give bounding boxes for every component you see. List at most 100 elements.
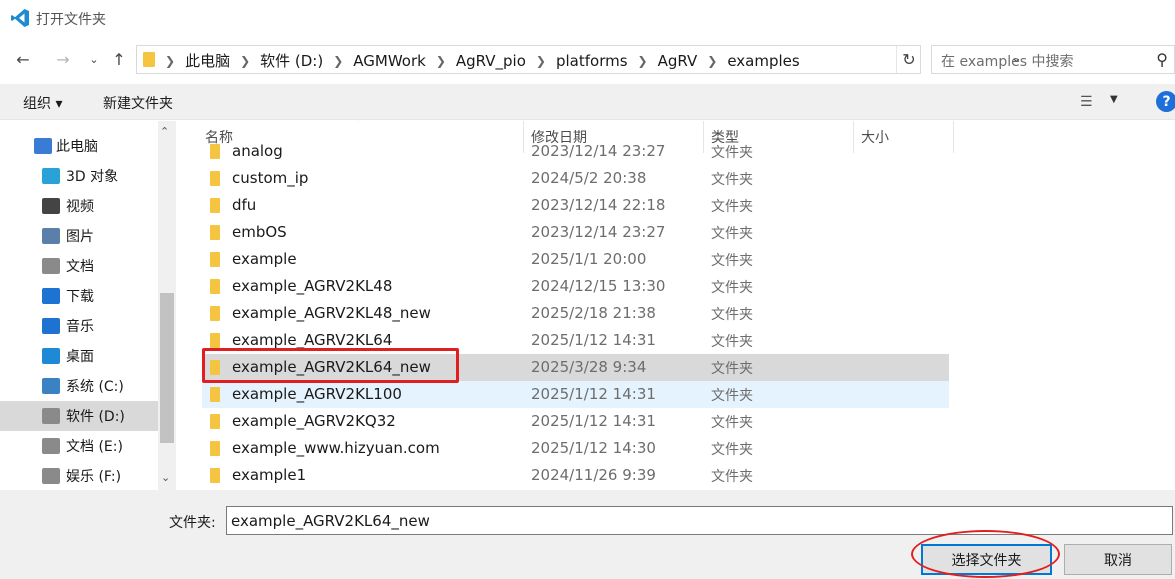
breadcrumb-item[interactable]: 软件 (D:) bbox=[260, 50, 323, 71]
back-arrow-icon[interactable]: ← bbox=[12, 48, 34, 70]
sidebar-item[interactable]: 图片 bbox=[0, 221, 158, 251]
search-icon[interactable]: ⚲ bbox=[1156, 50, 1168, 69]
file-row[interactable]: embOS 2023/12/14 23:27 文件夹 bbox=[202, 219, 949, 246]
chevron-right-icon[interactable]: ❯ bbox=[707, 54, 717, 68]
file-modified-date: 2025/1/12 14:31 bbox=[531, 412, 656, 430]
file-type: 文件夹 bbox=[711, 280, 753, 296]
folder-icon bbox=[210, 468, 220, 483]
file-type: 文件夹 bbox=[711, 307, 753, 323]
file-name: example_AGRV2KQ32 bbox=[232, 412, 396, 430]
view-options-icon[interactable]: ☰ bbox=[1080, 94, 1093, 110]
file-row[interactable]: example1 2024/11/26 9:39 文件夹 bbox=[202, 462, 949, 489]
file-name: analog bbox=[232, 142, 283, 160]
sidebar-scrollbar-thumb[interactable] bbox=[160, 293, 174, 443]
breadcrumb-item[interactable]: AGMWork bbox=[353, 52, 426, 70]
sidebar-item[interactable]: 下载 bbox=[0, 281, 158, 311]
scroll-up-icon[interactable]: ⌃ bbox=[160, 125, 169, 138]
file-type: 文件夹 bbox=[711, 469, 753, 485]
file-row[interactable]: example_www.hizyuan.com 2025/1/12 14:30 文件… bbox=[202, 435, 949, 462]
sidebar-item-label: 下载 bbox=[66, 289, 94, 305]
sidebar-item[interactable]: 系统 (C:) bbox=[0, 371, 158, 401]
sidebar-item[interactable]: 桌面 bbox=[0, 341, 158, 371]
file-row[interactable]: example_AGRV2KL48 2024/12/15 13:30 文件夹 bbox=[202, 273, 949, 300]
sidebar-item[interactable]: 软件 (D:) bbox=[0, 401, 158, 431]
window-title: 打开文件夹 bbox=[36, 12, 106, 28]
file-list: ⌃ 名称 修改日期 类型 大小 analog 2023/12/14 23:27 文件… bbox=[186, 121, 1175, 490]
dialog-footer: 文件夹: 选择文件夹 取消 bbox=[0, 490, 1175, 579]
recent-locations-chevron-icon[interactable]: ⌄ bbox=[83, 48, 105, 70]
chevron-right-icon[interactable]: ❯ bbox=[638, 54, 648, 68]
chevron-right-icon[interactable]: ❯ bbox=[333, 54, 343, 68]
folder-icon bbox=[210, 252, 220, 267]
sidebar-item[interactable]: 3D 对象 bbox=[0, 161, 158, 191]
folder-icon bbox=[210, 144, 220, 159]
sidebar-item[interactable]: 音乐 bbox=[0, 311, 158, 341]
vscode-logo-icon bbox=[11, 9, 29, 27]
chevron-right-icon[interactable]: ❯ bbox=[436, 54, 446, 68]
file-name: dfu bbox=[232, 196, 257, 214]
new-folder-button[interactable]: 新建文件夹 bbox=[103, 93, 173, 113]
sidebar-item-label: 音乐 bbox=[66, 319, 94, 335]
sidebar-item[interactable]: 文档 bbox=[0, 251, 158, 281]
file-row[interactable]: example_AGRV2KL48_new 2025/2/18 21:38 文件夹 bbox=[202, 300, 949, 327]
search-input[interactable]: 在 examples 中搜索 ⚲ bbox=[931, 45, 1175, 74]
up-arrow-icon[interactable]: ↑ bbox=[108, 48, 130, 70]
file-type: 文件夹 bbox=[711, 172, 753, 188]
breadcrumb-item[interactable]: examples bbox=[727, 52, 799, 70]
file-row[interactable]: analog 2023/12/14 23:27 文件夹 bbox=[202, 138, 949, 165]
file-row[interactable]: example 2025/1/1 20:00 文件夹 bbox=[202, 246, 949, 273]
chevron-right-icon[interactable]: ❯ bbox=[240, 54, 250, 68]
chevron-right-icon[interactable]: ❯ bbox=[536, 54, 546, 68]
breadcrumb-item[interactable]: AgRV bbox=[658, 52, 698, 70]
command-toolbar: 组织 ▾ 新建文件夹 ☰ ▼ ? bbox=[0, 84, 1175, 120]
breadcrumb-item[interactable]: AgRV_pio bbox=[456, 52, 526, 70]
breadcrumb-item[interactable]: 此电脑 bbox=[185, 50, 230, 71]
file-type: 文件夹 bbox=[711, 334, 753, 350]
sidebar-item[interactable]: 文档 (E:) bbox=[0, 431, 158, 461]
windows-drive-icon bbox=[42, 378, 60, 394]
file-modified-date: 2025/3/28 9:34 bbox=[531, 358, 647, 376]
file-modified-date: 2023/12/14 23:27 bbox=[531, 142, 666, 160]
sidebar-item-label: 文档 bbox=[66, 259, 94, 275]
refresh-icon[interactable]: ↻ bbox=[896, 46, 921, 73]
file-name: example_AGRV2KL64_new bbox=[232, 358, 431, 376]
file-modified-date: 2023/12/14 22:18 bbox=[531, 196, 666, 214]
forward-arrow-icon[interactable]: → bbox=[52, 48, 74, 70]
file-row[interactable]: example_AGRV2KL100 2025/1/12 14:31 文件夹 bbox=[202, 381, 949, 408]
file-type: 文件夹 bbox=[711, 199, 753, 215]
sidebar-item[interactable]: 视频 bbox=[0, 191, 158, 221]
file-modified-date: 2024/12/15 13:30 bbox=[531, 277, 666, 295]
file-name: example1 bbox=[232, 466, 307, 484]
organize-menu-button[interactable]: 组织 ▾ bbox=[23, 93, 62, 113]
file-type: 文件夹 bbox=[711, 226, 753, 242]
address-bar[interactable]: ❯ 此电脑 ❯ 软件 (D:) ❯ AGMWork ❯ AgRV_pio ❯ p… bbox=[136, 45, 1022, 74]
desktop-icon bbox=[42, 348, 60, 364]
sidebar-item[interactable]: 娱乐 (F:) bbox=[0, 461, 158, 490]
file-row[interactable]: example_AGRV2KL64 2025/1/12 14:31 文件夹 bbox=[202, 327, 949, 354]
chevron-right-icon[interactable]: ❯ bbox=[165, 54, 175, 68]
folder-icon bbox=[210, 198, 220, 213]
view-dropdown-icon[interactable]: ▼ bbox=[1110, 94, 1118, 105]
file-type: 文件夹 bbox=[711, 442, 753, 458]
file-modified-date: 2025/1/12 14:31 bbox=[531, 331, 656, 349]
folder-name-input[interactable] bbox=[226, 506, 1173, 535]
help-icon[interactable]: ? bbox=[1156, 91, 1175, 112]
file-type: 文件夹 bbox=[711, 415, 753, 431]
file-row[interactable]: example_AGRV2KQ32 2025/1/12 14:31 文件夹 bbox=[202, 408, 949, 435]
cancel-button[interactable]: 取消 bbox=[1064, 544, 1172, 575]
music-icon bbox=[42, 318, 60, 334]
file-name: example bbox=[232, 250, 297, 268]
file-row[interactable]: custom_ip 2024/5/2 20:38 文件夹 bbox=[202, 165, 949, 192]
scroll-down-icon[interactable]: ⌄ bbox=[161, 471, 170, 484]
file-name: embOS bbox=[232, 223, 287, 241]
breadcrumb-item[interactable]: platforms bbox=[556, 52, 628, 70]
file-modified-date: 2025/1/12 14:30 bbox=[531, 439, 656, 457]
column-divider[interactable] bbox=[953, 121, 954, 153]
sidebar-item-label: 此电脑 bbox=[56, 139, 98, 155]
film-icon bbox=[42, 198, 60, 214]
file-row[interactable]: dfu 2023/12/14 22:18 文件夹 bbox=[202, 192, 949, 219]
file-row[interactable]: example_AGRV2KL64_new 2025/3/28 9:34 文件夹 bbox=[202, 354, 949, 381]
file-name: example_AGRV2KL64 bbox=[232, 331, 393, 349]
sidebar-item[interactable]: 此电脑 bbox=[0, 131, 158, 161]
select-folder-button[interactable]: 选择文件夹 bbox=[921, 544, 1052, 575]
